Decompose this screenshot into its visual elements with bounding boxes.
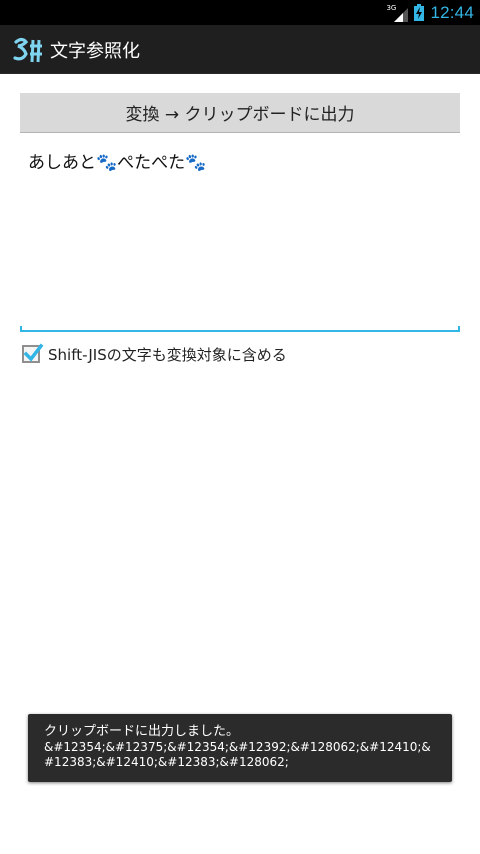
- checkmark-icon: [23, 343, 44, 362]
- include-shift-jis-checkbox[interactable]: [22, 343, 44, 363]
- status-icons: 3G 12:44: [386, 0, 474, 25]
- app-logo-icon: [12, 34, 44, 66]
- app-title: 文字参照化: [50, 41, 140, 62]
- source-text-input[interactable]: あしあと🐾ぺたぺた🐾: [20, 136, 460, 334]
- input-underline-left-tick: [20, 326, 22, 332]
- toast-output-codes: &#12354;&#12375;&#12354;&#12392;&#128062…: [44, 740, 431, 769]
- toast-notification: クリップボードに出力しました。 &#12354;&#12375;&#12354;…: [28, 714, 452, 782]
- cell-signal-icon: 3G: [386, 3, 409, 23]
- convert-button-label: 変換 → クリップボードに出力: [125, 105, 355, 125]
- source-text-value: あしあと🐾ぺたぺた🐾: [28, 153, 207, 173]
- include-shift-jis-label: Shift-JISの文字も変換対象に含める: [48, 345, 287, 364]
- toast-title: クリップボードに出力しました。: [44, 724, 240, 739]
- clock: 12:44: [430, 2, 474, 22]
- convert-to-clipboard-button[interactable]: 変換 → クリップボードに出力: [20, 93, 460, 133]
- include-shift-jis-option[interactable]: Shift-JISの文字も変換対象に含める: [22, 342, 287, 366]
- action-bar: 文字参照化: [0, 25, 480, 74]
- status-bar: 3G 12:44: [0, 0, 480, 25]
- input-underline: [20, 330, 460, 332]
- battery-charging-icon: [414, 4, 425, 21]
- input-underline-right-tick: [458, 326, 460, 332]
